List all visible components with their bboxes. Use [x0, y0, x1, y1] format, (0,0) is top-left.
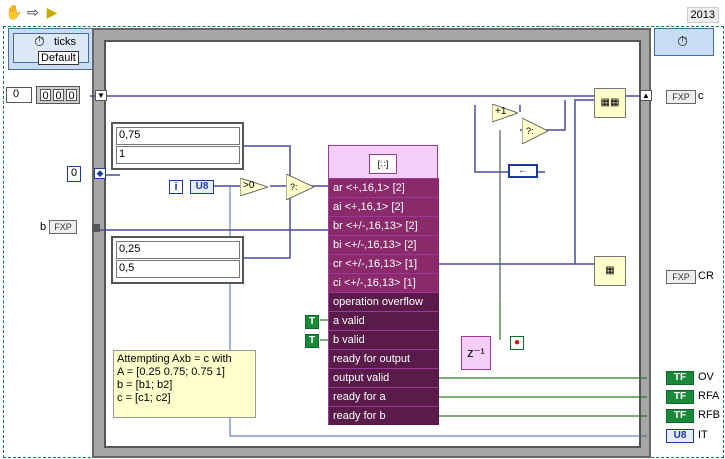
solver-row[interactable]: ready for b [329, 406, 439, 425]
numeric-zero-control[interactable]: 0 [67, 166, 81, 182]
array-index-2[interactable]: 0 [66, 89, 77, 102]
matrix-b-cell-1[interactable]: 0,5 [116, 260, 240, 278]
solver-row[interactable]: ci <+/-,16,13> [1] [329, 273, 439, 292]
array-index-control[interactable]: 0 0 0 [36, 86, 80, 104]
ov-label: OV [698, 371, 714, 383]
rfa-label: RFA [698, 390, 720, 402]
solver-row[interactable]: ar <+,16,1> [2] [329, 178, 439, 197]
cr-label: CR [698, 270, 714, 282]
matrix-a-cell-1[interactable]: 1 [116, 146, 240, 164]
ov-indicator: TF [666, 371, 694, 385]
rfb-label: RFB [698, 409, 720, 421]
increment-node: +1 [491, 103, 520, 123]
select-node-2: ?: [521, 117, 550, 145]
comment-note: Attempting Axb = c with A = [0.25 0.75; … [113, 350, 256, 418]
gt-zero-label: >0 [243, 180, 255, 191]
solver-row[interactable]: a valid [329, 311, 439, 330]
select-node-1: ?: [285, 173, 316, 201]
iteration-terminal: i [169, 180, 183, 194]
zero-control[interactable]: 0 [6, 87, 32, 103]
cr-fxp-indicator: FXP [666, 270, 696, 284]
c-fxp-indicator: FXP [666, 90, 696, 104]
matrix-b-constant[interactable]: 0,25 0,5 [111, 236, 244, 284]
shift-register-left: ▼ [95, 90, 107, 101]
solver-row[interactable]: ready for output [329, 349, 439, 368]
array-terminal-icon: ◆ [94, 168, 106, 179]
it-label: IT [698, 429, 708, 441]
solver-row[interactable]: output valid [329, 368, 439, 387]
rfa-indicator: TF [666, 390, 694, 404]
b-fxp-control[interactable]: FXP [49, 220, 77, 234]
feedback-node: ← [508, 164, 538, 178]
select-icon: ?: [285, 173, 316, 201]
note-line-0: Attempting Axb = c with [117, 353, 232, 365]
b-valid-constant[interactable]: T [305, 334, 319, 348]
gt-zero-node: >0 [239, 177, 270, 197]
svg-text:?:: ?: [290, 182, 298, 192]
solver-row[interactable]: br <+/-,16,13> [2] [329, 216, 439, 235]
numeric-zero-value: 0 [71, 167, 78, 179]
index-array-node-2: ▦ [594, 256, 626, 286]
c-label: c [698, 90, 704, 102]
matrix-a-cell-0[interactable]: 0,75 [116, 127, 240, 145]
solver-icon: [∷] [369, 154, 397, 174]
stop-button-icon[interactable]: ● [510, 336, 524, 350]
zero-value: 0 [13, 88, 20, 100]
note-line-2: b = [b1; b2] [117, 379, 173, 391]
b-label: b [40, 221, 47, 233]
increment-label: +1 [495, 106, 507, 117]
a-valid-constant[interactable]: T [305, 315, 319, 329]
select-icon-2: ?: [521, 117, 550, 145]
svg-text:?:: ?: [526, 126, 534, 136]
rfb-indicator: TF [666, 409, 694, 423]
shift-register-right: ▲ [640, 90, 652, 101]
solver-row[interactable]: ready for a [329, 387, 439, 406]
solver-row[interactable]: b valid [329, 330, 439, 349]
array-index-0[interactable]: 0 [40, 89, 51, 102]
matrix-b-cell-0[interactable]: 0,25 [116, 241, 240, 259]
solver-row[interactable]: cr <+/-,16,13> [1] [329, 254, 439, 273]
solver-row[interactable]: operation overflow [329, 292, 439, 311]
solver-row[interactable]: bi <+/-,16,13> [2] [329, 235, 439, 254]
it-indicator: U8 [666, 429, 694, 443]
b-tunnel [92, 224, 100, 232]
index-array-node-1: ▦▦ [594, 88, 626, 118]
u8-conversion: U8 [190, 180, 214, 194]
note-line-3: c = [c1; c2] [117, 392, 171, 404]
note-line-1: A = [0.25 0.75; 0.75 1] [117, 366, 225, 378]
array-index-1[interactable]: 0 [53, 89, 64, 102]
solver-row[interactable]: ai <+,16,1> [2] [329, 197, 439, 216]
matrix-a-constant[interactable]: 0,75 1 [111, 122, 244, 170]
z-inverse-node: z⁻¹ [461, 336, 491, 370]
